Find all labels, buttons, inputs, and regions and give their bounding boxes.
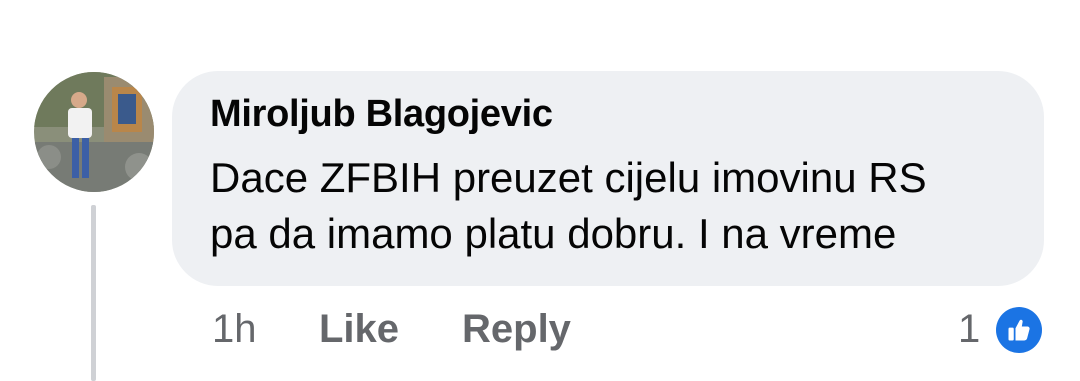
reply-button[interactable]: Reply [462,307,571,352]
avatar-photo [34,72,154,192]
comment-timestamp[interactable]: 1h [212,307,257,352]
comment-bubble: Miroljub Blagojevic Dace ZFBIH preuzet c… [172,71,1044,286]
reaction-count[interactable]: 1 [958,307,980,352]
thread-line [91,205,96,381]
avatar[interactable] [34,72,154,192]
comment-text-line: pa da imamo platu dobru. I na vreme [210,210,897,257]
thumbs-up-icon [996,307,1042,353]
reaction-badge[interactable] [994,305,1044,355]
comment-text: Dace ZFBIH preuzet cijelu imovinu RS pa … [210,150,927,262]
comment-text-line: Dace ZFBIH preuzet cijelu imovinu RS [210,154,927,201]
like-button[interactable]: Like [319,307,399,352]
comment-author[interactable]: Miroljub Blagojevic [210,93,553,136]
